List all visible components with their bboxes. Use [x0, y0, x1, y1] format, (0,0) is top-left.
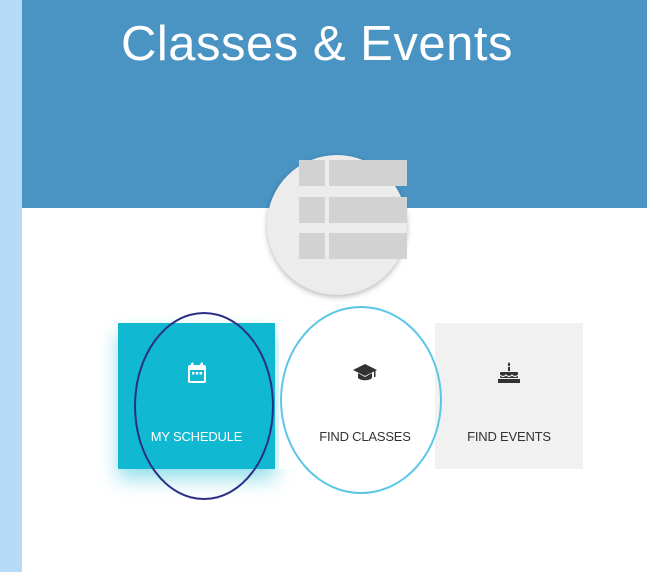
hero-table-icon-circle	[267, 155, 407, 295]
graduation-cap-icon	[353, 361, 377, 385]
find-events-label: FIND EVENTS	[467, 429, 551, 444]
find-classes-button[interactable]: FIND CLASSES	[279, 323, 451, 469]
calendar-icon	[185, 361, 209, 385]
my-schedule-label: MY SCHEDULE	[150, 429, 243, 444]
birthday-cake-icon	[497, 361, 521, 385]
find-classes-label: FIND CLASSES	[319, 429, 411, 444]
table-list-icon	[299, 160, 407, 259]
app-screen: Classes & Events MY SCHEDULE FIND CLASSE…	[22, 0, 647, 572]
my-schedule-button[interactable]: MY SCHEDULE	[118, 323, 275, 469]
find-events-button[interactable]: FIND EVENTS	[435, 323, 583, 469]
page-title: Classes & Events	[121, 17, 513, 71]
